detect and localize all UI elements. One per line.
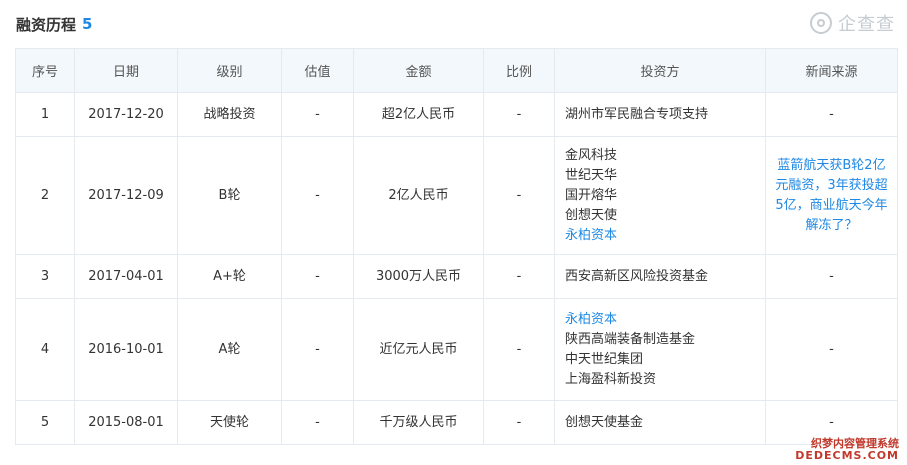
cell-index: 5 bbox=[15, 400, 75, 445]
cell-amount: 近亿元人民币 bbox=[353, 298, 484, 401]
table-row: 1 2017-12-20 战略投资 - 超2亿人民币 - 湖州市军民融合专项支持 - bbox=[15, 92, 898, 137]
cell-ratio: - bbox=[483, 92, 555, 137]
cell-valuation: - bbox=[281, 136, 354, 255]
logo-text: 企查查 bbox=[838, 14, 895, 35]
cell-round: 战略投资 bbox=[177, 92, 282, 137]
investor-name: 湖州市军民融合专项支持 bbox=[565, 106, 709, 122]
section-header: 融资历程 5 bbox=[16, 12, 92, 36]
cell-news: - bbox=[765, 254, 898, 299]
cell-date: 2017-12-09 bbox=[74, 136, 178, 255]
financing-table: 序号 日期 级别 估值 金额 比例 投资方 新闻来源 1 2017-12-20 战略… bbox=[15, 48, 898, 445]
col-header-index: 序号 bbox=[15, 48, 75, 93]
news-empty: - bbox=[829, 414, 834, 430]
cell-ratio: - bbox=[483, 298, 555, 401]
cell-index: 2 bbox=[15, 136, 75, 255]
col-header-round: 级别 bbox=[177, 48, 282, 93]
cell-index: 1 bbox=[15, 92, 75, 137]
cell-ratio: - bbox=[483, 136, 555, 255]
investor-name: 创想天使基金 bbox=[565, 414, 644, 430]
cell-date: 2017-04-01 bbox=[74, 254, 178, 299]
cell-amount: 超2亿人民币 bbox=[353, 92, 484, 137]
cell-date: 2016-10-01 bbox=[74, 298, 178, 401]
cell-date: 2017-12-20 bbox=[74, 92, 178, 137]
cell-amount: 3000万人民币 bbox=[353, 254, 484, 299]
cell-news: 蓝箭航天获B轮2亿元融资，3年获投超5亿，商业航天今年解冻了？ bbox=[765, 136, 898, 255]
record-count: 5 bbox=[82, 15, 93, 33]
cell-round: B轮 bbox=[177, 136, 282, 255]
investor-name: 西安高新区风险投资基金 bbox=[565, 268, 709, 284]
cell-index: 3 bbox=[15, 254, 75, 299]
news-empty: - bbox=[829, 268, 834, 284]
news-empty: - bbox=[829, 106, 834, 122]
table-header-row: 序号 日期 级别 估值 金额 比例 投资方 新闻来源 bbox=[15, 48, 898, 93]
col-header-ratio: 比例 bbox=[483, 48, 555, 93]
cell-amount: 2亿人民币 bbox=[353, 136, 484, 255]
cell-news: - bbox=[765, 92, 898, 137]
cell-investors: 湖州市军民融合专项支持 bbox=[554, 92, 766, 137]
table-row: 5 2015-08-01 天使轮 - 千万级人民币 - 创想天使基金 - bbox=[15, 400, 898, 445]
logo-icon bbox=[810, 12, 832, 34]
investor-link[interactable]: 永柏资本 bbox=[565, 226, 765, 246]
watermark: 织梦内容管理系统 DEDECMS.COM bbox=[795, 438, 899, 462]
table-row: 4 2016-10-01 A轮 - 近亿元人民币 - 永柏资本 陕西高端装备制造基金 中天世纪集… bbox=[15, 298, 898, 401]
table-row: 3 2017-04-01 A+轮 -3000万人民币 - 西安高新区风险投资基金 - bbox=[15, 254, 898, 299]
investor-name: 金风科技 bbox=[565, 147, 618, 163]
news-empty: - bbox=[829, 341, 834, 357]
investor-name: 世纪天华 bbox=[565, 167, 618, 183]
cell-investors: 金风科技世纪天华国开熔华创想天使永柏资本 bbox=[554, 136, 766, 255]
brand-logo: 企查查 bbox=[810, 9, 895, 37]
investor-name: 上海盈科新投资 bbox=[565, 371, 657, 387]
investor-name: 中天世纪集团 bbox=[565, 351, 644, 367]
cell-valuation: - bbox=[281, 92, 354, 137]
col-header-date: 日期 bbox=[74, 48, 178, 93]
cell-round: 天使轮 bbox=[177, 400, 282, 445]
cell-valuation: - bbox=[281, 298, 354, 401]
cell-round: A+轮 bbox=[177, 254, 282, 299]
cell-ratio: - bbox=[483, 400, 555, 445]
cell-investors: 西安高新区风险投资基金 bbox=[554, 254, 766, 299]
news-link[interactable]: 蓝箭航天获B轮2亿元融资，3年获投超5亿，商业航天今年解冻了？ bbox=[772, 156, 891, 236]
table-body: 1 2017-12-20 战略投资 - 超2亿人民币 - 湖州市军民融合专项支持 -2 2017… bbox=[15, 92, 898, 445]
col-header-valuation: 估值 bbox=[281, 48, 354, 93]
watermark-line2: DEDECMS.COM bbox=[795, 449, 899, 462]
cell-date: 2015-08-01 bbox=[74, 400, 178, 445]
investor-name: 国开熔华 bbox=[565, 187, 618, 203]
col-header-investors: 投资方 bbox=[554, 48, 766, 93]
cell-round: A轮 bbox=[177, 298, 282, 401]
col-header-news: 新闻来源 bbox=[765, 48, 898, 93]
col-header-amount: 金额 bbox=[353, 48, 484, 93]
investor-name: 创想天使 bbox=[565, 207, 618, 223]
cell-investors: 永柏资本 陕西高端装备制造基金 中天世纪集团 上海盈科新投资 bbox=[554, 298, 766, 401]
cell-ratio: - bbox=[483, 254, 555, 299]
investor-name: 陕西高端装备制造基金 bbox=[565, 331, 696, 347]
cell-news: - bbox=[765, 298, 898, 401]
cell-valuation: - bbox=[281, 254, 354, 299]
cell-index: 4 bbox=[15, 298, 75, 401]
investor-link[interactable]: 永柏资本 bbox=[565, 310, 765, 330]
section-title: 融资历程 bbox=[16, 15, 77, 34]
table-row: 2 2017-12-09 B轮 -2亿人民币 - 金风科技 世纪天华 国开熔华 创想天使 永柏资本… bbox=[15, 136, 898, 255]
cell-amount: 千万级人民币 bbox=[353, 400, 484, 445]
cell-valuation: - bbox=[281, 400, 354, 445]
cell-investors: 创想天使基金 bbox=[554, 400, 766, 445]
